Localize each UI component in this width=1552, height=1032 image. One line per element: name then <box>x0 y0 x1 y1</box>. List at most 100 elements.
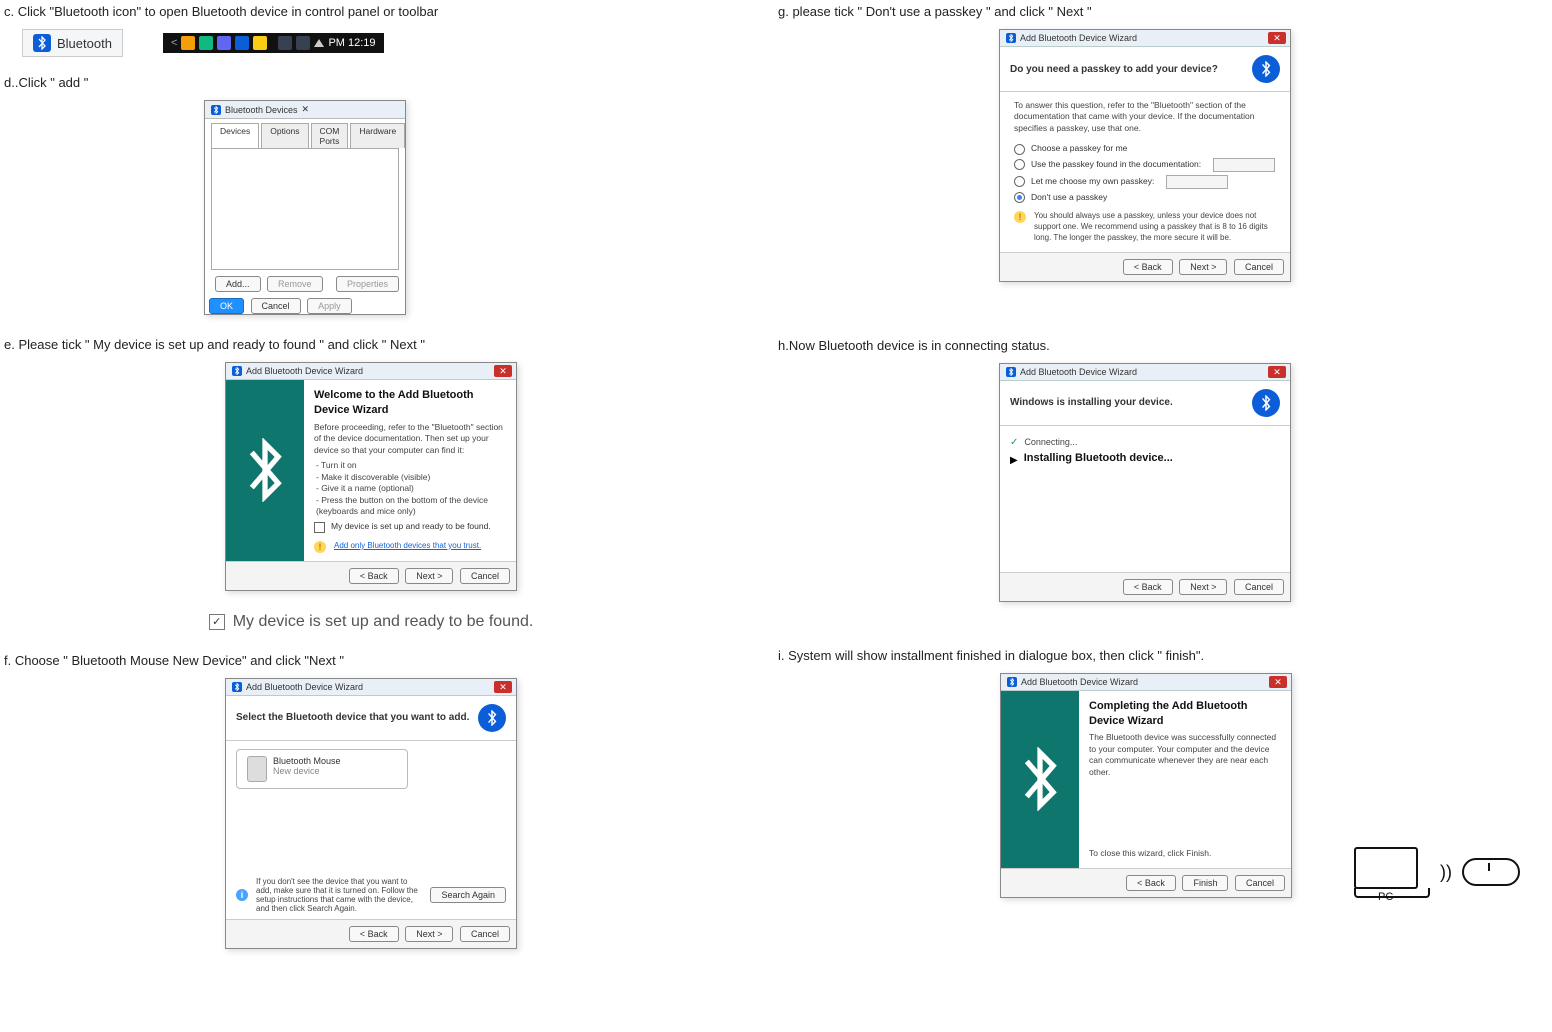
tray-icon <box>217 36 231 50</box>
back-button[interactable]: < Back <box>1123 579 1173 595</box>
wizard-side-image <box>1001 691 1079 868</box>
wizard-heading: Windows is installing your device. <box>1010 397 1173 408</box>
close-icon[interactable]: ✕ <box>302 104 310 115</box>
arrow-icon: ▶ <box>1010 454 1018 468</box>
info-icon: i <box>236 889 248 901</box>
device-icon <box>247 756 267 782</box>
bluetooth-icon <box>232 366 242 376</box>
passkey-input[interactable] <box>1166 175 1228 189</box>
radio-dont-use-passkey[interactable]: Don't use a passkey <box>1014 192 1276 203</box>
bluetooth-round-icon <box>1252 389 1280 417</box>
wizard-heading: Completing the Add Bluetooth Device Wiza… <box>1089 699 1281 729</box>
cancel-button[interactable]: Cancel <box>460 568 510 584</box>
add-button[interactable]: Add... <box>215 276 261 292</box>
step-e-text: e. Please tick " My device is set up and… <box>4 337 738 352</box>
system-tray[interactable]: < PM 12:19 <box>163 33 384 53</box>
wizard-heading: Do you need a passkey to add your device… <box>1010 64 1218 75</box>
next-button[interactable]: Next > <box>1179 259 1227 275</box>
window-title: Add Bluetooth Device Wizard <box>246 366 363 376</box>
status-installing: ▶Installing Bluetooth device... <box>1010 451 1280 470</box>
cancel-button[interactable]: Cancel <box>1234 259 1284 275</box>
trust-link[interactable]: Add only Bluetooth devices that you trus… <box>334 541 481 552</box>
close-icon[interactable]: ✕ <box>1269 676 1287 688</box>
bluetooth-icon <box>33 34 51 52</box>
next-button[interactable]: Next > <box>405 568 453 584</box>
tray-icon <box>181 36 195 50</box>
next-button[interactable]: Next > <box>405 926 453 942</box>
volume-icon <box>314 39 324 47</box>
back-button[interactable]: < Back <box>1123 259 1173 275</box>
tray-icon <box>253 36 267 50</box>
tabs: Devices Options COM Ports Hardware <box>205 119 405 148</box>
check-icon: ✓ <box>1010 436 1018 450</box>
cancel-button[interactable]: Cancel <box>1235 875 1285 891</box>
tray-icon <box>278 36 292 50</box>
signal-icon: )) <box>1440 862 1452 883</box>
wizard-select-device: Add Bluetooth Device Wizard ✕ Select the… <box>225 678 517 949</box>
next-button[interactable]: Next > <box>1179 579 1227 595</box>
ok-button[interactable]: OK <box>209 298 244 314</box>
bluetooth-tray-icon[interactable] <box>235 36 249 50</box>
wizard-heading: Welcome to the Add Bluetooth Device Wiza… <box>314 388 506 418</box>
apply-button[interactable]: Apply <box>307 298 352 314</box>
properties-button[interactable]: Properties <box>336 276 399 292</box>
passkey-input[interactable] <box>1213 158 1275 172</box>
pc-mouse-illustration: )) <box>1354 847 1520 898</box>
bluetooth-icon <box>1007 677 1017 687</box>
cancel-button[interactable]: Cancel <box>1234 579 1284 595</box>
tray-icon <box>296 36 310 50</box>
tray-icon <box>199 36 213 50</box>
tab-devices[interactable]: Devices <box>211 123 259 148</box>
window-title: Add Bluetooth Device Wizard <box>1020 33 1137 43</box>
tab-comports[interactable]: COM Ports <box>311 123 349 148</box>
wizard-installing: Add Bluetooth Device Wizard ✕ Windows is… <box>999 363 1291 602</box>
radio-use-doc-passkey[interactable]: Use the passkey found in the documentati… <box>1014 158 1276 172</box>
warning-icon: ! <box>314 541 326 553</box>
close-icon[interactable]: ✕ <box>1268 32 1286 44</box>
window-title: Bluetooth Devices <box>225 105 298 115</box>
device-list <box>211 148 399 270</box>
ready-checkbox-zoom: ✓ My device is set up and ready to be fo… <box>4 613 738 631</box>
step-h-text: h.Now Bluetooth device is in connecting … <box>778 338 1512 353</box>
window-title: Add Bluetooth Device Wizard <box>246 682 363 692</box>
window-title: Add Bluetooth Device Wizard <box>1020 367 1137 377</box>
laptop-icon <box>1354 847 1418 889</box>
search-again-button[interactable]: Search Again <box>430 887 506 903</box>
bluetooth-icon <box>211 105 221 115</box>
back-button[interactable]: < Back <box>1126 875 1176 891</box>
bluetooth-round-icon <box>1252 55 1280 83</box>
close-icon[interactable]: ✕ <box>494 681 512 693</box>
bluetooth-icon <box>1006 33 1016 43</box>
warning-icon: ! <box>1014 211 1026 223</box>
step-c-text: c. Click "Bluetooth icon" to open Blueto… <box>4 4 738 19</box>
close-icon[interactable]: ✕ <box>1268 366 1286 378</box>
bluetooth-round-icon <box>478 704 506 732</box>
back-button[interactable]: < Back <box>349 926 399 942</box>
bluetooth-icon <box>1006 367 1016 377</box>
cancel-button[interactable]: Cancel <box>460 926 510 942</box>
wizard-text: Before proceeding, refer to the "Bluetoo… <box>314 422 506 456</box>
remove-button[interactable]: Remove <box>267 276 323 292</box>
close-icon[interactable]: ✕ <box>494 365 512 377</box>
ready-checkbox[interactable]: My device is set up and ready to be foun… <box>314 521 506 532</box>
step-d-text: d..Click " add " <box>4 75 738 90</box>
window-title: Add Bluetooth Device Wizard <box>1021 677 1138 687</box>
radio-own-passkey[interactable]: Let me choose my own passkey: <box>1014 175 1276 189</box>
device-item-bluetooth-mouse[interactable]: Bluetooth Mouse New device <box>236 749 408 789</box>
bluetooth-label: Bluetooth <box>57 36 112 51</box>
step-f-text: f. Choose " Bluetooth Mouse New Device" … <box>4 653 738 668</box>
back-button[interactable]: < Back <box>349 568 399 584</box>
finish-button[interactable]: Finish <box>1182 875 1228 891</box>
cancel-button[interactable]: Cancel <box>251 298 301 314</box>
wizard-heading: Select the Bluetooth device that you wan… <box>236 712 469 723</box>
radio-choose-for-me[interactable]: Choose a passkey for me <box>1014 143 1276 154</box>
tab-options[interactable]: Options <box>261 123 308 148</box>
wizard-side-image <box>226 380 304 561</box>
bluetooth-control-panel-icon[interactable]: Bluetooth <box>22 29 123 57</box>
checkbox-icon[interactable]: ✓ <box>209 614 225 630</box>
bluetooth-devices-window: Bluetooth Devices ✕ Devices Options COM … <box>204 100 406 315</box>
wizard-welcome: Add Bluetooth Device Wizard ✕ Welcome to… <box>225 362 517 591</box>
tab-hardware[interactable]: Hardware <box>350 123 405 148</box>
mouse-icon <box>1462 858 1520 886</box>
status-connecting: ✓Connecting... <box>1010 436 1280 450</box>
